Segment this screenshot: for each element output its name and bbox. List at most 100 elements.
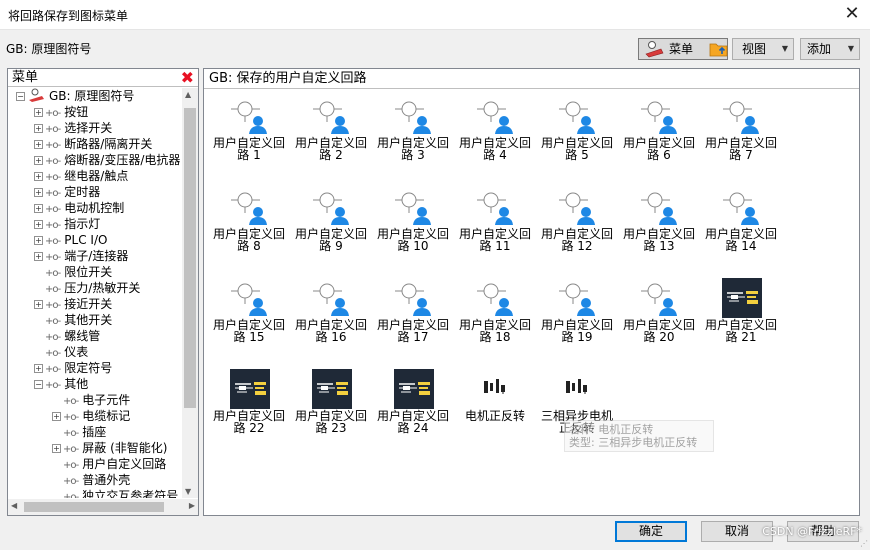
tree-item[interactable]: +o- 限位开关: [34, 264, 112, 280]
tree-item[interactable]: + +o- 熔断器/变压器/电抗器: [34, 152, 180, 168]
tree-item[interactable]: − +o- 其他: [34, 376, 88, 392]
user-circuit-icon: [313, 101, 349, 134]
tree-vertical-scrollbar[interactable]: ▲ ▼: [182, 88, 198, 498]
add-button-label: 添加: [807, 42, 832, 56]
scroll-right-icon[interactable]: ▶: [189, 501, 195, 510]
tree-item[interactable]: + +o- 断路器/隔离开关: [34, 136, 152, 152]
expand-icon[interactable]: +: [52, 412, 61, 421]
tree-item[interactable]: + +o- 屏蔽 (非智能化): [52, 440, 167, 456]
expand-icon[interactable]: +: [34, 124, 43, 133]
circuit-item[interactable]: 用户自定义回路 10: [372, 183, 454, 269]
scroll-left-icon[interactable]: ◀: [11, 501, 17, 510]
circuit-item[interactable]: 用户自定义回路 17: [372, 274, 454, 360]
expand-icon[interactable]: +: [34, 108, 43, 117]
tree-item[interactable]: +o- 仪表: [34, 344, 88, 360]
circuit-item-label: 用户自定义回路 8: [208, 228, 290, 252]
tree-item[interactable]: + +o- 定时器: [34, 184, 100, 200]
tree-item[interactable]: + +o- 接近开关: [34, 296, 112, 312]
title-bar: 将回路保存到图标菜单 ✕: [0, 0, 870, 30]
tree-item[interactable]: − GB: 原理图符号: [16, 88, 134, 104]
circuit-item[interactable]: 用户自定义回路 4: [454, 92, 536, 178]
expand-icon[interactable]: +: [34, 364, 43, 373]
ok-button[interactable]: 确定: [615, 521, 687, 542]
circuit-item[interactable]: 用户自定义回路 19: [536, 274, 618, 360]
circuit-item[interactable]: 用户自定义回路 24: [372, 365, 454, 451]
scroll-up-icon[interactable]: ▲: [185, 90, 191, 99]
circuit-item-label: 用户自定义回路 13: [618, 228, 700, 252]
collapse-icon[interactable]: −: [16, 92, 25, 101]
tree-item[interactable]: + +o- PLC I/O: [34, 232, 107, 248]
close-icon[interactable]: ✕: [842, 4, 862, 24]
circuit-item[interactable]: 用户自定义回路 21: [700, 274, 782, 360]
expand-icon[interactable]: +: [52, 444, 61, 453]
expand-icon[interactable]: +: [34, 204, 43, 213]
tree-item-label: 选择开关: [64, 121, 113, 135]
circuit-item[interactable]: 用户自定义回路 23: [290, 365, 372, 451]
tree-horizontal-scrollbar[interactable]: ◀ ▶: [8, 499, 198, 515]
view-button[interactable]: 视图 ▼: [732, 38, 794, 60]
label-line: 路 18: [479, 330, 511, 344]
expand-icon[interactable]: +: [34, 140, 43, 149]
expand-icon[interactable]: +: [34, 300, 43, 309]
tree-item[interactable]: +o- 螺线管: [34, 328, 100, 344]
label-line: 路 22: [233, 421, 265, 435]
circuit-item[interactable]: 用户自定义回路 3: [372, 92, 454, 178]
circuit-item[interactable]: 用户自定义回路 14: [700, 183, 782, 269]
add-button[interactable]: 添加 ▼: [800, 38, 860, 60]
tree-item[interactable]: +o- 独立交互参考符号: [52, 488, 178, 498]
window-title: 将回路保存到图标菜单: [8, 9, 129, 23]
circuit-item[interactable]: 用户自定义回路 5: [536, 92, 618, 178]
circuit-item[interactable]: 用户自定义回路 9: [290, 183, 372, 269]
expand-icon[interactable]: +: [34, 220, 43, 229]
label-line: 路 14: [725, 239, 757, 253]
circuit-item[interactable]: 用户自定义回路 20: [618, 274, 700, 360]
expand-icon[interactable]: +: [34, 156, 43, 165]
circuit-item[interactable]: 用户自定义回路 8: [208, 183, 290, 269]
resize-grip-icon[interactable]: ⋰: [860, 539, 868, 548]
expand-icon[interactable]: +: [34, 252, 43, 261]
tree-item[interactable]: +o- 电子元件: [52, 392, 130, 408]
menu-tree: − GB: 原理图符号 + +o- 按钮 + +o- 选择开关 + +o- 断路器/隔离开关 + +o-…: [8, 88, 183, 498]
circuit-item[interactable]: 用户自定义回路 22: [208, 365, 290, 451]
circuit-item[interactable]: 用户自定义回路 1: [208, 92, 290, 178]
tree-item[interactable]: + +o- 指示灯: [34, 216, 100, 232]
tree-item[interactable]: +o- 插座: [52, 424, 106, 440]
tree-item[interactable]: + +o- 电缆标记: [52, 408, 130, 424]
circuit-item[interactable]: 用户自定义回路 7: [700, 92, 782, 178]
circuit-item[interactable]: 用户自定义回路 18: [454, 274, 536, 360]
circuit-item[interactable]: 电机正反转: [454, 365, 536, 451]
tree-item[interactable]: +o- 压力/热敏开关: [34, 280, 140, 296]
circuit-item[interactable]: 用户自定义回路 15: [208, 274, 290, 360]
expand-icon[interactable]: +: [34, 188, 43, 197]
tree-item-label: 指示灯: [64, 217, 101, 231]
collapse-icon[interactable]: −: [34, 380, 43, 389]
tree-item[interactable]: +o- 其他开关: [34, 312, 112, 328]
symbol-icon: +o-: [63, 492, 79, 498]
tree-item[interactable]: + +o- 端子/连接器: [34, 248, 128, 264]
circuit-item[interactable]: 用户自定义回路 13: [618, 183, 700, 269]
scrollbar-thumb[interactable]: [24, 502, 164, 512]
tree-item-label: PLC I/O: [64, 233, 108, 247]
expand-icon[interactable]: +: [34, 236, 43, 245]
circuit-item[interactable]: 用户自定义回路 2: [290, 92, 372, 178]
circuit-item[interactable]: 用户自定义回路 16: [290, 274, 372, 360]
user-circuit-icon: [231, 283, 267, 316]
tree-item[interactable]: + +o- 选择开关: [34, 120, 112, 136]
motor-circuit-icon: [484, 379, 505, 394]
tree-item-label: 熔断器/变压器/电抗器: [64, 153, 181, 167]
tree-item[interactable]: + +o- 按钮: [34, 104, 88, 120]
tree-item[interactable]: + +o- 电动机控制: [34, 200, 124, 216]
expand-icon[interactable]: +: [34, 172, 43, 181]
scrollbar-thumb[interactable]: [184, 108, 196, 408]
circuit-item[interactable]: 用户自定义回路 12: [536, 183, 618, 269]
tree-item[interactable]: + +o- 限定符号: [34, 360, 112, 376]
tree-item[interactable]: +o- 普通外壳: [52, 472, 130, 488]
delete-icon[interactable]: ✖: [181, 69, 194, 87]
tree-item[interactable]: + +o- 继电器/触点: [34, 168, 128, 184]
tree-item[interactable]: +o- 用户自定义回路: [52, 456, 166, 472]
circuit-item[interactable]: 用户自定义回路 6: [618, 92, 700, 178]
scroll-down-icon[interactable]: ▼: [185, 487, 191, 496]
folder-up-icon[interactable]: [708, 39, 730, 59]
circuit-item[interactable]: 用户自定义回路 11: [454, 183, 536, 269]
circuit-list-header: GB: 保存的用户自定义回路: [204, 69, 859, 89]
